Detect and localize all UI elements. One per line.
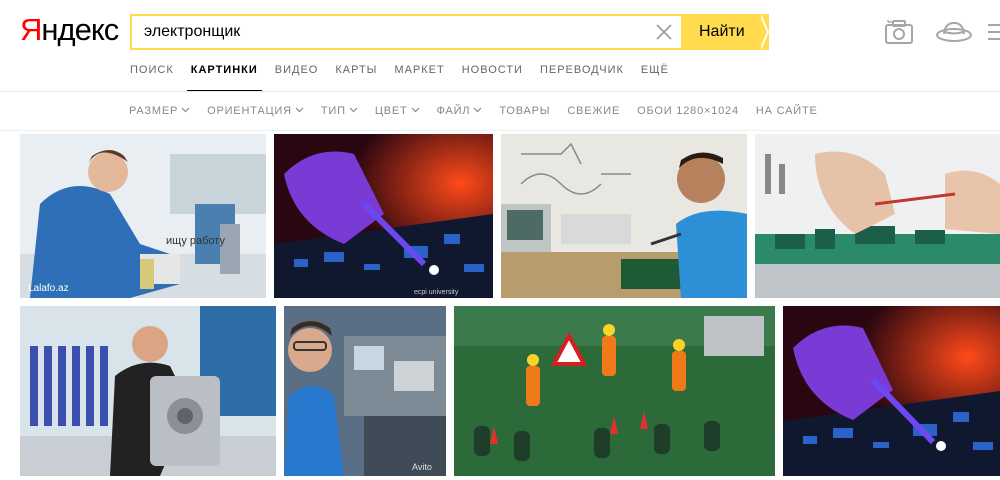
chevron-down-icon: [295, 107, 304, 113]
result-image-2[interactable]: ecpi university: [274, 134, 493, 298]
filter-file[interactable]: ФАЙЛ: [437, 102, 483, 120]
clear-icon[interactable]: [654, 22, 674, 42]
result-image-3[interactable]: [501, 134, 747, 298]
result-image-1-picture: Lalafo.az ищу работу: [20, 134, 266, 298]
result-image-6[interactable]: Avito: [284, 306, 446, 476]
result-image-5-picture: [20, 306, 276, 476]
service-nav: ПОИСК КАРТИНКИ ВИДЕО КАРТЫ МАРКЕТ НОВОСТ…: [130, 62, 686, 92]
nav-item-video[interactable]: ВИДЕО: [275, 62, 319, 92]
result-image-2-picture: ecpi university: [274, 134, 493, 298]
search-input[interactable]: [132, 16, 632, 48]
filter-file-label: ФАЙЛ: [436, 105, 471, 117]
filter-bar: РАЗМЕР ОРИЕНТАЦИЯ ТИП ЦВЕТ ФАЙЛ ТОВАРЫ С…: [129, 102, 835, 120]
watermark-lalafo: Lalafo.az: [28, 283, 69, 294]
image-caption: ищу работу: [166, 235, 225, 247]
result-image-7[interactable]: [454, 306, 775, 476]
filter-goods[interactable]: ТОВАРЫ: [499, 102, 550, 120]
chevron-down-icon: [473, 107, 482, 113]
filter-color-label: ЦВЕТ: [374, 105, 408, 117]
nav-item-maps[interactable]: КАРТЫ: [335, 62, 377, 92]
filter-color[interactable]: ЦВЕТ: [375, 102, 420, 120]
logo-first-letter: Я: [20, 12, 42, 47]
filter-size-label: РАЗМЕР: [129, 105, 179, 117]
filter-type[interactable]: ТИП: [321, 102, 358, 120]
filter-wallpapers[interactable]: ОБОИ 1280×1024: [637, 102, 739, 120]
result-image-7-picture: [454, 306, 775, 476]
filter-fresh[interactable]: СВЕЖИЕ: [567, 102, 620, 120]
search-button[interactable]: Найти: [681, 14, 769, 50]
result-image-4[interactable]: [755, 134, 1000, 298]
filter-size[interactable]: РАЗМЕР: [129, 102, 190, 120]
chevron-down-icon: [181, 107, 190, 113]
chevron-down-icon: [349, 107, 358, 113]
header-divider: [0, 91, 1000, 92]
watermark-ecpi: ecpi university: [414, 289, 459, 296]
camera-icon[interactable]: [884, 18, 914, 46]
user-hat-icon[interactable]: [935, 18, 973, 46]
nav-item-translate[interactable]: ПЕРЕВОДЧИК: [540, 62, 624, 92]
logo-rest: ндекс: [41, 12, 119, 47]
result-image-5[interactable]: [20, 306, 276, 476]
nav-item-images[interactable]: КАРТИНКИ: [186, 62, 262, 92]
nav-item-search[interactable]: ПОИСК: [130, 62, 174, 92]
chevron-down-icon: [411, 107, 419, 113]
watermark-avito: Avito: [412, 462, 432, 472]
filter-orientation[interactable]: ОРИЕНТАЦИЯ: [207, 102, 304, 120]
nav-item-more[interactable]: ЕЩЁ: [641, 62, 669, 92]
yandex-logo[interactable]: Яндекс: [20, 10, 119, 50]
result-image-3-picture: [501, 134, 747, 298]
nav-item-market[interactable]: МАРКЕТ: [394, 62, 444, 92]
result-image-1[interactable]: Lalafo.az ищу работу: [20, 134, 266, 298]
result-image-6-picture: Avito: [284, 306, 446, 476]
menu-icon[interactable]: [988, 22, 1000, 42]
result-image-4-picture: [755, 134, 1000, 298]
search-box: [130, 14, 682, 50]
result-image-8-picture: [783, 306, 1000, 476]
filter-orientation-label: ОРИЕНТАЦИЯ: [207, 105, 292, 117]
result-image-8[interactable]: [783, 306, 1000, 476]
filter-on-site[interactable]: НА САЙТЕ: [756, 102, 818, 120]
header: Яндекс Найти ПОИСК КАРТИНКИ ВИДЕО КАРТЫ …: [0, 0, 1000, 92]
nav-item-news[interactable]: НОВОСТИ: [462, 62, 523, 92]
filter-type-label: ТИП: [320, 105, 346, 117]
filter-divider: [0, 130, 1000, 131]
